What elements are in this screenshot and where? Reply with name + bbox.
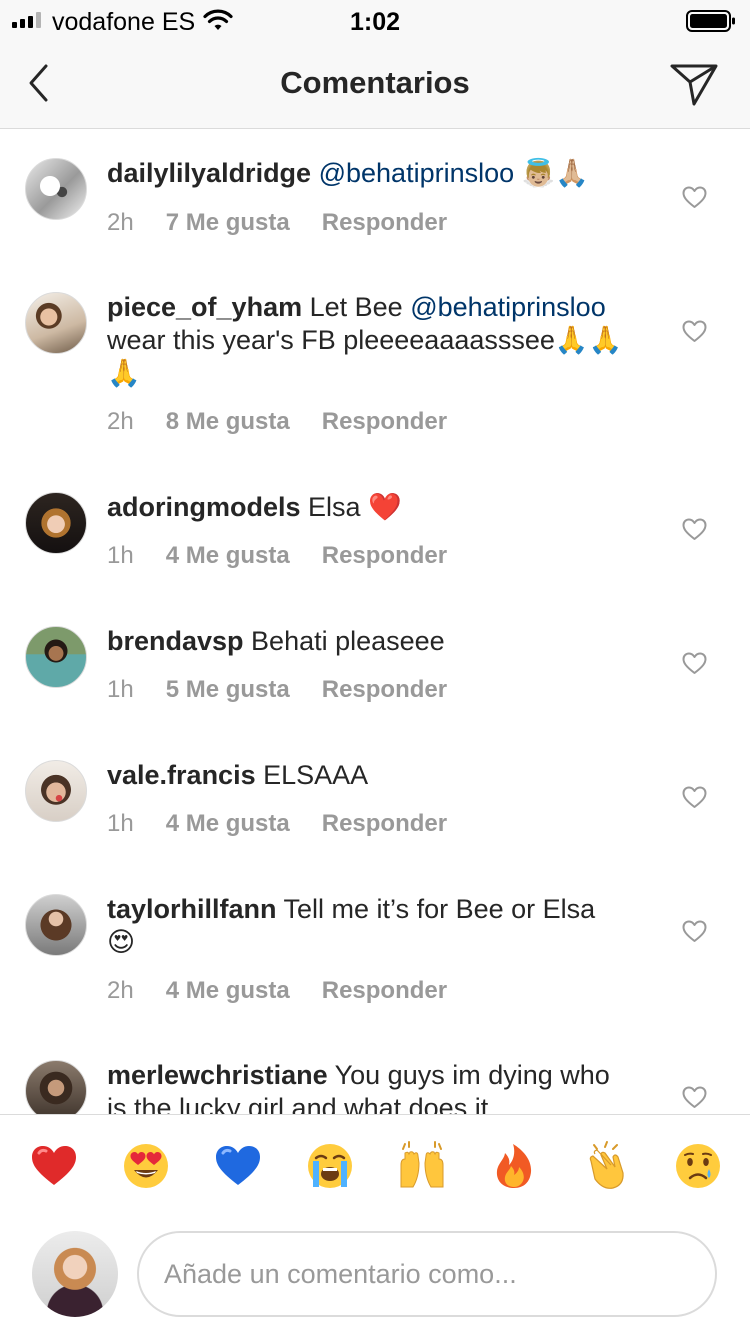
comment-time: 1h bbox=[107, 810, 134, 837]
crying-face-emoji-icon[interactable] bbox=[673, 1141, 723, 1191]
comment-body: 👼🏼🙏🏼 bbox=[514, 158, 589, 188]
comment-username[interactable]: dailylilyaldridge bbox=[107, 158, 311, 188]
reply-button[interactable]: Responder bbox=[322, 209, 447, 236]
reply-button[interactable]: Responder bbox=[322, 408, 447, 435]
comment-mention[interactable]: @behatiprinsloo bbox=[319, 158, 515, 188]
comment-text: vale.francis ELSAAA bbox=[107, 759, 627, 792]
comment-username[interactable]: vale.francis bbox=[107, 760, 256, 790]
avatar[interactable] bbox=[25, 492, 87, 554]
comment-likes[interactable]: 7 Me gusta bbox=[166, 209, 290, 236]
comment-meta: 1h 4 Me gusta Responder bbox=[107, 542, 479, 570]
comment-username[interactable]: piece_of_yham bbox=[107, 292, 302, 322]
direct-send-icon[interactable] bbox=[668, 60, 720, 108]
comment-time: 1h bbox=[107, 542, 134, 569]
comment-item: piece_of_yham Let Bee @behatiprinsloo we… bbox=[0, 263, 750, 463]
comment-text: adoringmodels Elsa ❤️ bbox=[107, 491, 627, 524]
comment-time: 2h bbox=[107, 209, 134, 236]
navigation-bar: Comentarios bbox=[0, 40, 750, 129]
comment-username[interactable]: merlewchristiane bbox=[107, 1060, 328, 1090]
comment-likes[interactable]: 4 Me gusta bbox=[166, 542, 290, 569]
avatar[interactable] bbox=[25, 626, 87, 688]
status-bar: vodafone ES 1:02 bbox=[0, 0, 750, 40]
comment-text: piece_of_yham Let Bee @behatiprinsloo we… bbox=[107, 291, 627, 390]
clapping-hands-emoji-icon[interactable] bbox=[581, 1141, 631, 1191]
comment-meta: 2h 4 Me gusta Responder bbox=[107, 977, 479, 1005]
avatar[interactable] bbox=[25, 158, 87, 220]
comment-time: 2h bbox=[107, 408, 134, 435]
comment-likes[interactable]: 4 Me gusta bbox=[166, 810, 290, 837]
comment-item: brendavsp Behati pleaseee 1h 5 Me gusta Re… bbox=[0, 597, 750, 731]
like-heart-icon[interactable] bbox=[682, 786, 707, 809]
comment-text: brendavsp Behati pleaseee bbox=[107, 625, 627, 658]
avatar[interactable] bbox=[25, 894, 87, 956]
blue-heart-emoji-icon[interactable] bbox=[213, 1141, 263, 1191]
like-heart-icon[interactable] bbox=[682, 518, 707, 541]
comment-body: Elsa ❤️ bbox=[300, 492, 402, 522]
comment-username[interactable]: brendavsp bbox=[107, 626, 244, 656]
comment-text: dailylilyaldridge @behatiprinsloo 👼🏼🙏🏼 bbox=[107, 157, 627, 190]
comment-likes[interactable]: 8 Me gusta bbox=[166, 408, 290, 435]
comment-text: merlewchristiane You guys im dying who i… bbox=[107, 1059, 627, 1114]
comment-time: 1h bbox=[107, 676, 134, 703]
avatar[interactable] bbox=[25, 292, 87, 354]
comment-meta: 2h 8 Me gusta Responder bbox=[107, 408, 479, 436]
emoji-reaction-bar bbox=[0, 1114, 750, 1225]
comment-composer bbox=[0, 1224, 750, 1334]
heart-eyes-emoji-icon[interactable] bbox=[121, 1141, 171, 1191]
page-title: Comentarios bbox=[280, 65, 470, 100]
reply-button[interactable]: Responder bbox=[322, 977, 447, 1004]
comment-item: taylorhillfann Tell me it’s for Bee or E… bbox=[0, 865, 750, 1031]
reply-button[interactable]: Responder bbox=[322, 810, 447, 837]
comment-body: wear this year's FB pleeeeaaaasssee🙏🙏🙏 bbox=[107, 325, 623, 388]
fire-emoji-icon[interactable] bbox=[489, 1141, 539, 1191]
like-heart-icon[interactable] bbox=[682, 652, 707, 675]
clock: 1:02 bbox=[349, 8, 401, 36]
loudly-crying-emoji-icon[interactable] bbox=[305, 1141, 355, 1191]
comment-mention[interactable]: @behatiprinsloo bbox=[410, 292, 606, 322]
comment-text: taylorhillfann Tell me it’s for Bee or E… bbox=[107, 893, 627, 959]
avatar[interactable] bbox=[25, 760, 87, 822]
reply-button[interactable]: Responder bbox=[322, 542, 447, 569]
like-heart-icon[interactable] bbox=[682, 186, 707, 209]
like-heart-icon[interactable] bbox=[682, 920, 707, 943]
comments-list[interactable]: dailylilyaldridge @behatiprinsloo 👼🏼🙏🏼 2… bbox=[0, 129, 750, 1114]
comment-time: 2h bbox=[107, 977, 134, 1004]
battery-icon bbox=[686, 10, 735, 32]
like-heart-icon[interactable] bbox=[682, 320, 707, 343]
comment-item: merlewchristiane You guys im dying who i… bbox=[0, 1031, 750, 1114]
comment-body-prefix: Let Bee bbox=[302, 292, 411, 322]
comment-username[interactable]: taylorhillfann bbox=[107, 894, 277, 924]
comment-input[interactable] bbox=[137, 1231, 717, 1317]
current-user-avatar bbox=[32, 1231, 118, 1317]
comment-username[interactable]: adoringmodels bbox=[107, 492, 301, 522]
comment-item: vale.francis ELSAAA 1h 4 Me gusta Responde… bbox=[0, 731, 750, 865]
comment-body: ELSAAA bbox=[255, 760, 369, 790]
reply-button[interactable]: Responder bbox=[322, 676, 447, 703]
comment-meta: 1h 5 Me gusta Responder bbox=[107, 676, 479, 704]
avatar[interactable] bbox=[25, 1060, 87, 1114]
comment-likes[interactable]: 4 Me gusta bbox=[166, 977, 290, 1004]
comment-meta: 2h 7 Me gusta Responder bbox=[107, 209, 479, 237]
comment-item: adoringmodels Elsa ❤️ 1h 4 Me gusta Respon… bbox=[0, 463, 750, 597]
raising-hands-emoji-icon[interactable] bbox=[397, 1141, 447, 1191]
comment-meta: 1h 4 Me gusta Responder bbox=[107, 810, 479, 838]
red-heart-emoji-icon[interactable] bbox=[29, 1141, 79, 1191]
comment-body: Behati pleaseee bbox=[243, 626, 445, 656]
comment-likes[interactable]: 5 Me gusta bbox=[166, 676, 290, 703]
like-heart-icon[interactable] bbox=[682, 1086, 707, 1109]
comment-item: dailylilyaldridge @behatiprinsloo 👼🏼🙏🏼 2… bbox=[0, 129, 750, 263]
